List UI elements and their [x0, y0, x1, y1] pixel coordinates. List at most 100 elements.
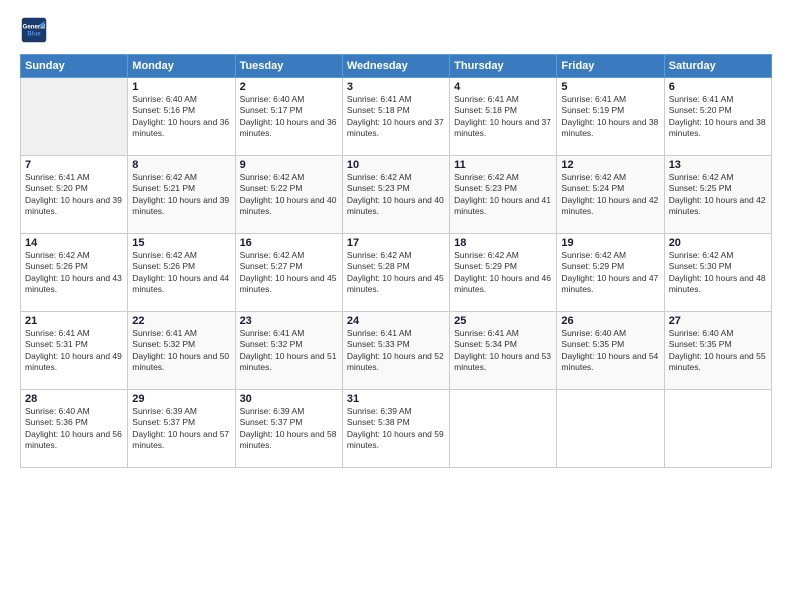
- day-number: 5: [561, 81, 659, 93]
- day-number: 24: [347, 315, 445, 327]
- cell-info: Sunrise: 6:42 AM Sunset: 5:24 PM Dayligh…: [561, 172, 659, 218]
- calendar-cell: [450, 390, 557, 468]
- cell-info: Sunrise: 6:41 AM Sunset: 5:19 PM Dayligh…: [561, 94, 659, 140]
- calendar-cell: 11Sunrise: 6:42 AM Sunset: 5:23 PM Dayli…: [450, 156, 557, 234]
- day-number: 4: [454, 81, 552, 93]
- calendar-cell: 31Sunrise: 6:39 AM Sunset: 5:38 PM Dayli…: [342, 390, 449, 468]
- cell-info: Sunrise: 6:41 AM Sunset: 5:32 PM Dayligh…: [240, 328, 338, 374]
- weekday-header: Wednesday: [342, 55, 449, 78]
- calendar-cell: 4Sunrise: 6:41 AM Sunset: 5:18 PM Daylig…: [450, 78, 557, 156]
- day-number: 21: [25, 315, 123, 327]
- day-number: 11: [454, 159, 552, 171]
- calendar-table: SundayMondayTuesdayWednesdayThursdayFrid…: [20, 54, 772, 468]
- day-number: 1: [132, 81, 230, 93]
- cell-info: Sunrise: 6:39 AM Sunset: 5:38 PM Dayligh…: [347, 406, 445, 452]
- cell-info: Sunrise: 6:41 AM Sunset: 5:31 PM Dayligh…: [25, 328, 123, 374]
- day-number: 22: [132, 315, 230, 327]
- cell-info: Sunrise: 6:41 AM Sunset: 5:18 PM Dayligh…: [454, 94, 552, 140]
- calendar-cell: 7Sunrise: 6:41 AM Sunset: 5:20 PM Daylig…: [21, 156, 128, 234]
- day-number: 15: [132, 237, 230, 249]
- weekday-header: Saturday: [664, 55, 771, 78]
- cell-info: Sunrise: 6:42 AM Sunset: 5:30 PM Dayligh…: [669, 250, 767, 296]
- day-number: 6: [669, 81, 767, 93]
- cell-info: Sunrise: 6:39 AM Sunset: 5:37 PM Dayligh…: [132, 406, 230, 452]
- calendar-cell: 1Sunrise: 6:40 AM Sunset: 5:16 PM Daylig…: [128, 78, 235, 156]
- calendar-week-row: 28Sunrise: 6:40 AM Sunset: 5:36 PM Dayli…: [21, 390, 772, 468]
- weekday-header-row: SundayMondayTuesdayWednesdayThursdayFrid…: [21, 55, 772, 78]
- day-number: 29: [132, 393, 230, 405]
- cell-info: Sunrise: 6:42 AM Sunset: 5:29 PM Dayligh…: [561, 250, 659, 296]
- calendar-cell: 6Sunrise: 6:41 AM Sunset: 5:20 PM Daylig…: [664, 78, 771, 156]
- calendar-cell: 10Sunrise: 6:42 AM Sunset: 5:23 PM Dayli…: [342, 156, 449, 234]
- day-number: 12: [561, 159, 659, 171]
- calendar-cell: 28Sunrise: 6:40 AM Sunset: 5:36 PM Dayli…: [21, 390, 128, 468]
- calendar-cell: 30Sunrise: 6:39 AM Sunset: 5:37 PM Dayli…: [235, 390, 342, 468]
- calendar-cell: 9Sunrise: 6:42 AM Sunset: 5:22 PM Daylig…: [235, 156, 342, 234]
- cell-info: Sunrise: 6:41 AM Sunset: 5:32 PM Dayligh…: [132, 328, 230, 374]
- calendar-cell: 22Sunrise: 6:41 AM Sunset: 5:32 PM Dayli…: [128, 312, 235, 390]
- cell-info: Sunrise: 6:40 AM Sunset: 5:36 PM Dayligh…: [25, 406, 123, 452]
- cell-info: Sunrise: 6:42 AM Sunset: 5:22 PM Dayligh…: [240, 172, 338, 218]
- day-number: 10: [347, 159, 445, 171]
- weekday-header: Monday: [128, 55, 235, 78]
- calendar-cell: 15Sunrise: 6:42 AM Sunset: 5:26 PM Dayli…: [128, 234, 235, 312]
- weekday-header: Sunday: [21, 55, 128, 78]
- svg-text:Blue: Blue: [27, 30, 41, 37]
- cell-info: Sunrise: 6:41 AM Sunset: 5:34 PM Dayligh…: [454, 328, 552, 374]
- calendar-cell: 29Sunrise: 6:39 AM Sunset: 5:37 PM Dayli…: [128, 390, 235, 468]
- weekday-header: Friday: [557, 55, 664, 78]
- cell-info: Sunrise: 6:40 AM Sunset: 5:16 PM Dayligh…: [132, 94, 230, 140]
- calendar-week-row: 1Sunrise: 6:40 AM Sunset: 5:16 PM Daylig…: [21, 78, 772, 156]
- cell-info: Sunrise: 6:42 AM Sunset: 5:23 PM Dayligh…: [454, 172, 552, 218]
- header: General Blue: [20, 16, 772, 44]
- weekday-header: Thursday: [450, 55, 557, 78]
- calendar-cell: 14Sunrise: 6:42 AM Sunset: 5:26 PM Dayli…: [21, 234, 128, 312]
- calendar-week-row: 21Sunrise: 6:41 AM Sunset: 5:31 PM Dayli…: [21, 312, 772, 390]
- calendar-cell: 21Sunrise: 6:41 AM Sunset: 5:31 PM Dayli…: [21, 312, 128, 390]
- cell-info: Sunrise: 6:41 AM Sunset: 5:18 PM Dayligh…: [347, 94, 445, 140]
- logo: General Blue: [20, 16, 48, 44]
- day-number: 28: [25, 393, 123, 405]
- weekday-header: Tuesday: [235, 55, 342, 78]
- calendar-cell: 24Sunrise: 6:41 AM Sunset: 5:33 PM Dayli…: [342, 312, 449, 390]
- cell-info: Sunrise: 6:41 AM Sunset: 5:20 PM Dayligh…: [25, 172, 123, 218]
- cell-info: Sunrise: 6:39 AM Sunset: 5:37 PM Dayligh…: [240, 406, 338, 452]
- cell-info: Sunrise: 6:42 AM Sunset: 5:23 PM Dayligh…: [347, 172, 445, 218]
- calendar-cell: 23Sunrise: 6:41 AM Sunset: 5:32 PM Dayli…: [235, 312, 342, 390]
- day-number: 8: [132, 159, 230, 171]
- cell-info: Sunrise: 6:40 AM Sunset: 5:35 PM Dayligh…: [669, 328, 767, 374]
- calendar-cell: 12Sunrise: 6:42 AM Sunset: 5:24 PM Dayli…: [557, 156, 664, 234]
- calendar-cell: [21, 78, 128, 156]
- calendar-cell: [664, 390, 771, 468]
- day-number: 20: [669, 237, 767, 249]
- calendar-cell: 20Sunrise: 6:42 AM Sunset: 5:30 PM Dayli…: [664, 234, 771, 312]
- page-container: General Blue SundayMondayTuesdayWednesda…: [0, 0, 792, 478]
- day-number: 7: [25, 159, 123, 171]
- calendar-cell: 2Sunrise: 6:40 AM Sunset: 5:17 PM Daylig…: [235, 78, 342, 156]
- cell-info: Sunrise: 6:41 AM Sunset: 5:20 PM Dayligh…: [669, 94, 767, 140]
- day-number: 27: [669, 315, 767, 327]
- calendar-cell: 8Sunrise: 6:42 AM Sunset: 5:21 PM Daylig…: [128, 156, 235, 234]
- cell-info: Sunrise: 6:42 AM Sunset: 5:21 PM Dayligh…: [132, 172, 230, 218]
- day-number: 25: [454, 315, 552, 327]
- calendar-cell: 25Sunrise: 6:41 AM Sunset: 5:34 PM Dayli…: [450, 312, 557, 390]
- cell-info: Sunrise: 6:42 AM Sunset: 5:26 PM Dayligh…: [132, 250, 230, 296]
- calendar-cell: 16Sunrise: 6:42 AM Sunset: 5:27 PM Dayli…: [235, 234, 342, 312]
- calendar-week-row: 14 Sunrise: 6:42 AM Sunset: 5:26 PM Dayli…: [21, 234, 772, 312]
- day-number: 18: [454, 237, 552, 249]
- cell-info: Sunrise: 6:41 AM Sunset: 5:33 PM Dayligh…: [347, 328, 445, 374]
- day-number: 19: [561, 237, 659, 249]
- calendar-cell: 27Sunrise: 6:40 AM Sunset: 5:35 PM Dayli…: [664, 312, 771, 390]
- day-number: 14: [25, 237, 123, 249]
- calendar-cell: 3Sunrise: 6:41 AM Sunset: 5:18 PM Daylig…: [342, 78, 449, 156]
- logo-icon: General Blue: [20, 16, 48, 44]
- day-number: 23: [240, 315, 338, 327]
- day-number: 17: [347, 237, 445, 249]
- cell-info: Sunrise: 6:42 AM Sunset: 5:27 PM Dayligh…: [240, 250, 338, 296]
- day-number: 13: [669, 159, 767, 171]
- calendar-cell: 17Sunrise: 6:42 AM Sunset: 5:28 PM Dayli…: [342, 234, 449, 312]
- calendar-cell: 26Sunrise: 6:40 AM Sunset: 5:35 PM Dayli…: [557, 312, 664, 390]
- day-number: 16: [240, 237, 338, 249]
- calendar-cell: [557, 390, 664, 468]
- calendar-cell: 18Sunrise: 6:42 AM Sunset: 5:29 PM Dayli…: [450, 234, 557, 312]
